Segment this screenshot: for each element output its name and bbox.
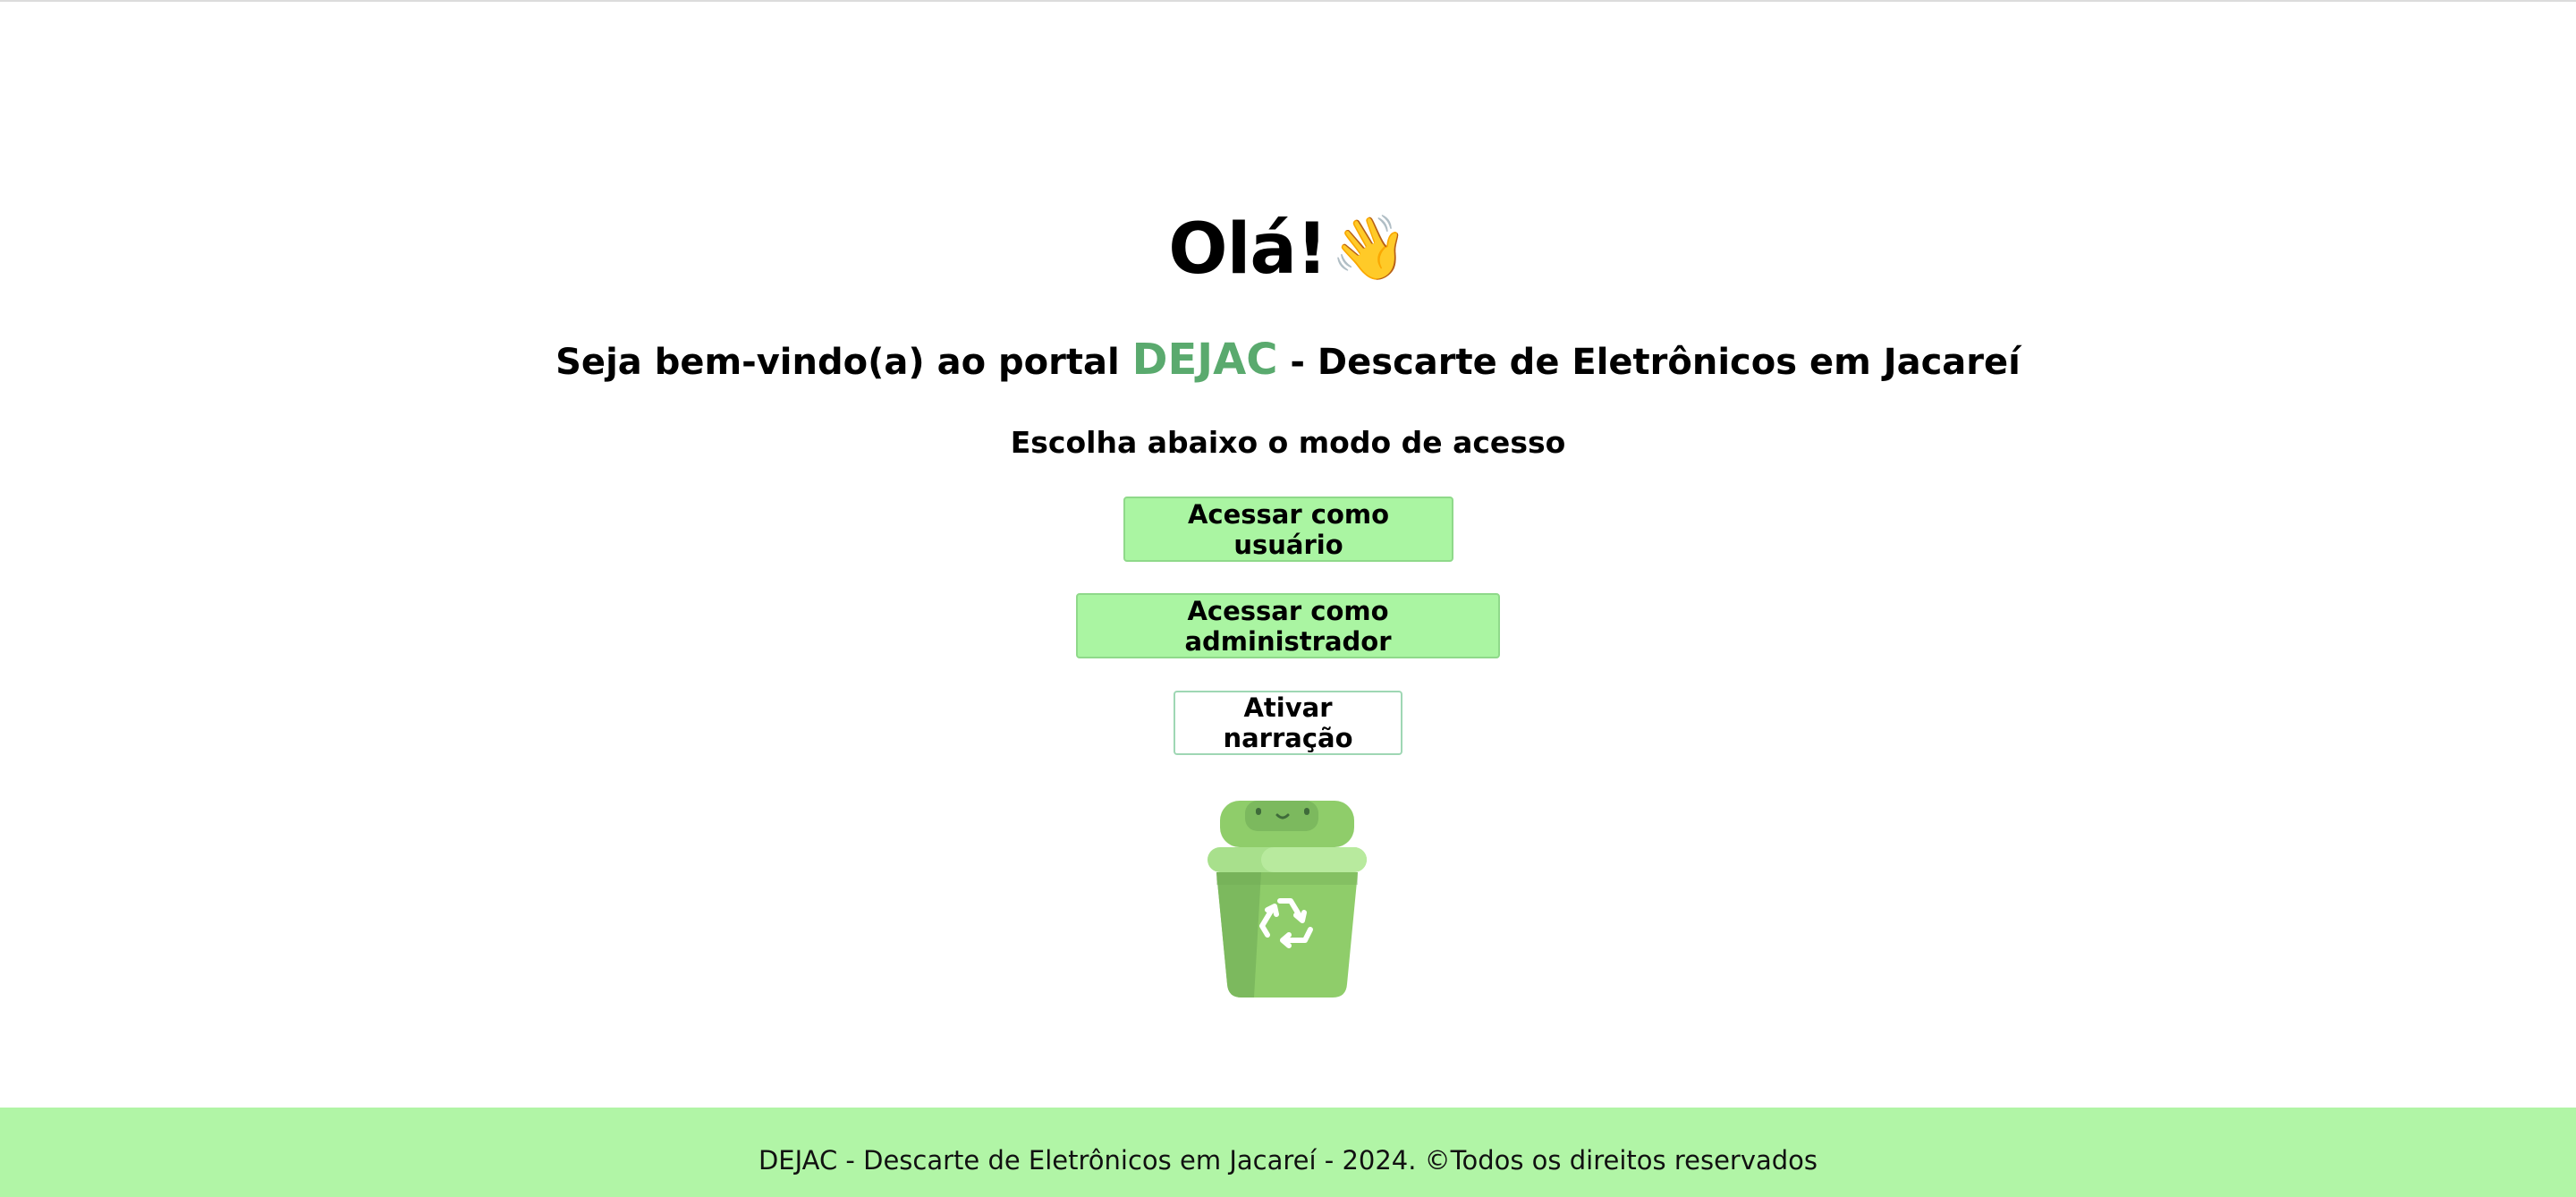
main-content: Olá!👋 Seja bem-vindo(a) ao portal DEJAC … [0, 0, 2576, 1108]
welcome-heading: Seja bem-vindo(a) ao portal DEJAC - Desc… [0, 333, 2576, 389]
footer: DEJAC - Descarte de Eletrônicos em Jacar… [0, 1108, 2576, 1197]
brand-name: DEJAC [1131, 335, 1278, 385]
access-as-admin-button[interactable]: Acessar como administrador [1076, 593, 1500, 658]
welcome-suffix: - Descarte de Eletrônicos em Jacareí [1290, 342, 2021, 383]
greeting-text: Olá! [1168, 209, 1327, 290]
access-as-user-button[interactable]: Acessar como usuário [1123, 497, 1453, 562]
footer-copyright: DEJAC - Descarte de Eletrônicos em Jacar… [758, 1145, 1818, 1176]
welcome-prefix: Seja bem-vindo(a) ao portal [555, 342, 1120, 383]
enable-narration-button[interactable]: Ativar narração [1174, 691, 1402, 755]
page-title: Olá!👋 [0, 199, 2576, 299]
access-mode-heading: Escolha abaixo o modo de acesso [1010, 425, 1566, 460]
waving-hand-icon: 👋 [1330, 211, 1409, 284]
recycle-bin-icon [1208, 801, 1367, 998]
